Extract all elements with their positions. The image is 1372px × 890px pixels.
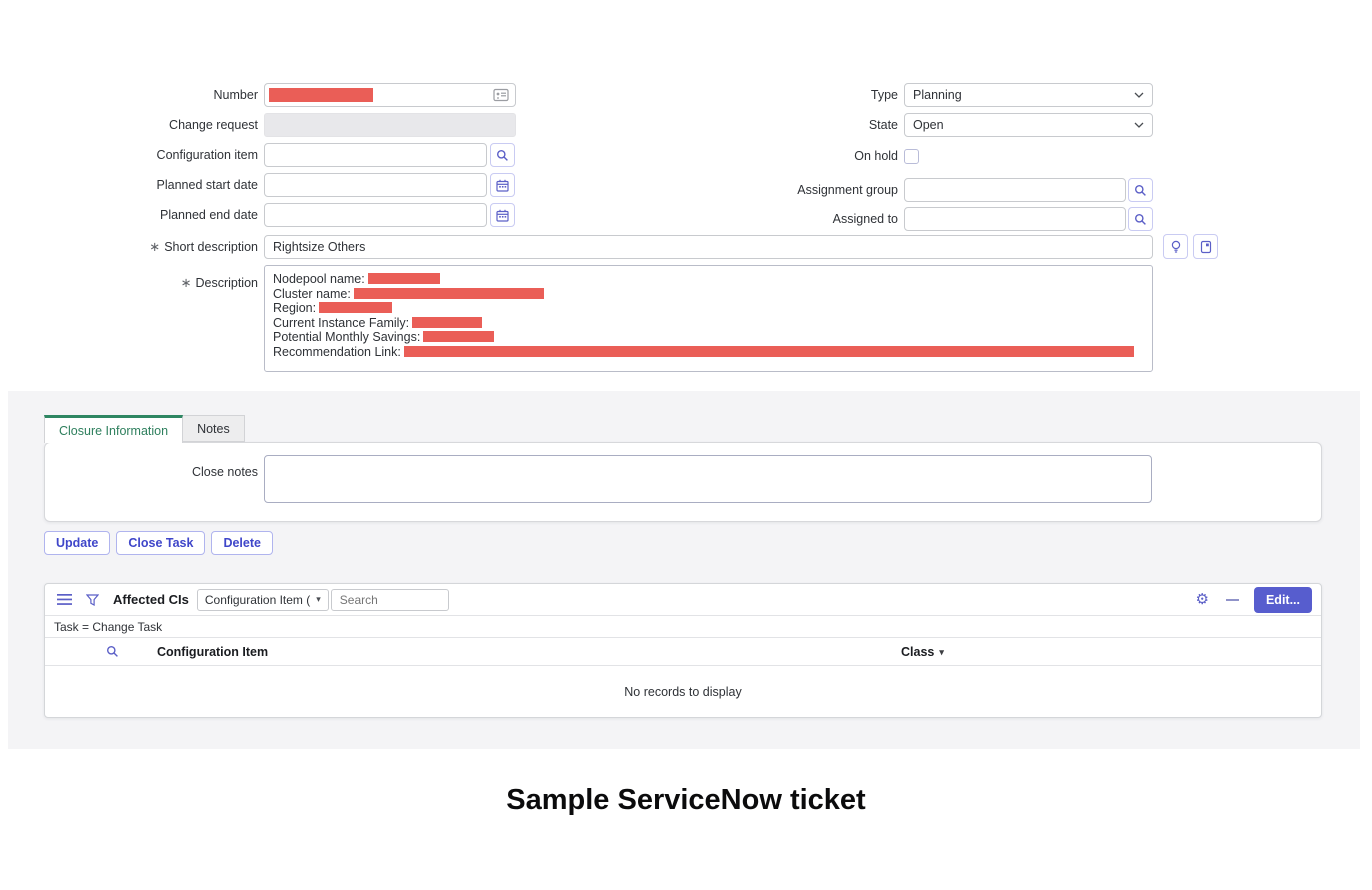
column-search-icon[interactable]	[106, 645, 119, 658]
close-notes-label: Close notes	[28, 460, 258, 484]
caret-down-icon: ▾	[939, 638, 944, 666]
configuration-item-input[interactable]	[264, 143, 487, 167]
type-select[interactable]: Planning	[904, 83, 1153, 107]
number-redaction	[269, 88, 373, 102]
preview-record-icon[interactable]	[493, 88, 509, 102]
planned-start-date-label: Planned start date	[28, 173, 258, 197]
description-textarea[interactable]: Nodepool name: Cluster name: Region: Cur…	[264, 265, 1153, 372]
affected-cis-toolbar: Affected CIs Configuration Item ( ▾ ⚙ Ed…	[45, 584, 1321, 615]
description-line: Potential Monthly Savings:	[273, 330, 1144, 345]
state-label: State	[668, 113, 898, 137]
edit-button[interactable]: Edit...	[1254, 587, 1312, 613]
gear-icon[interactable]: ⚙	[1196, 592, 1209, 607]
redaction-bar	[354, 288, 544, 299]
description-label: ∗Description	[28, 271, 258, 295]
empty-state-message: No records to display	[45, 666, 1321, 718]
type-label: Type	[668, 83, 898, 107]
column-configuration-item[interactable]: Configuration Item	[157, 638, 268, 666]
column-class[interactable]: Class ▾	[901, 638, 944, 666]
servicenow-ticket-screenshot: Number Change request Configuration item…	[0, 0, 1372, 890]
clipboard-icon	[1200, 240, 1212, 254]
description-line: Cluster name:	[273, 287, 1144, 302]
affected-cis-title: Affected CIs	[113, 592, 189, 607]
description-line: Region:	[273, 301, 1144, 316]
number-field[interactable]	[264, 83, 516, 107]
knowledge-button[interactable]	[1193, 234, 1218, 259]
assignment-group-lookup-button[interactable]	[1128, 178, 1153, 202]
chevron-down-icon	[1134, 122, 1144, 128]
suggestion-button[interactable]	[1163, 234, 1188, 259]
configuration-item-label: Configuration item	[28, 143, 258, 167]
close-task-button[interactable]: Close Task	[116, 531, 205, 555]
list-filter-breadcrumb[interactable]: Task = Change Task	[45, 615, 1321, 638]
assigned-to-input[interactable]	[904, 207, 1126, 231]
planned-start-date-picker-button[interactable]	[490, 173, 515, 197]
calendar-icon	[496, 209, 509, 222]
assigned-to-label: Assigned to	[668, 207, 898, 231]
search-icon	[1134, 213, 1147, 226]
assignment-group-input[interactable]	[904, 178, 1126, 202]
collapse-icon[interactable]	[1226, 599, 1239, 601]
list-header-row: Configuration Item Class ▾	[45, 638, 1321, 666]
planned-end-date-label: Planned end date	[28, 203, 258, 227]
affected-cis-list: Affected CIs Configuration Item ( ▾ ⚙ Ed…	[44, 583, 1322, 718]
redaction-bar	[368, 273, 440, 284]
configuration-item-lookup-button[interactable]	[490, 143, 515, 167]
redaction-bar	[423, 331, 494, 342]
filter-icon[interactable]	[86, 594, 99, 606]
chevron-down-icon	[1134, 92, 1144, 98]
short-description-input[interactable]	[264, 235, 1153, 259]
on-hold-label: On hold	[668, 144, 898, 168]
required-marker: ∗	[149, 239, 160, 254]
form-action-buttons: Update Close Task Delete	[44, 531, 273, 555]
description-line: Recommendation Link:	[273, 345, 1144, 360]
affected-cis-search-input[interactable]	[331, 589, 449, 611]
description-line: Current Instance Family:	[273, 316, 1144, 331]
tab-closure-information[interactable]: Closure Information	[44, 415, 183, 443]
delete-button[interactable]: Delete	[211, 531, 273, 555]
assignment-group-label: Assignment group	[668, 178, 898, 202]
assigned-to-lookup-button[interactable]	[1128, 207, 1153, 231]
lightbulb-icon	[1170, 240, 1182, 254]
search-icon	[496, 149, 509, 162]
redaction-bar	[404, 346, 1134, 357]
number-label: Number	[28, 83, 258, 107]
search-field-selector[interactable]: Configuration Item ( ▾	[197, 589, 329, 611]
planned-start-date-input[interactable]	[264, 173, 487, 197]
redaction-bar	[319, 302, 392, 313]
on-hold-checkbox[interactable]	[904, 149, 919, 164]
short-description-label: ∗Short description	[28, 235, 258, 259]
change-request-field	[264, 113, 516, 137]
image-caption: Sample ServiceNow ticket	[0, 784, 1372, 817]
calendar-icon	[496, 179, 509, 192]
state-select[interactable]: Open	[904, 113, 1153, 137]
redaction-bar	[412, 317, 482, 328]
search-icon	[1134, 184, 1147, 197]
planned-end-date-input[interactable]	[264, 203, 487, 227]
section-tabs: Closure Information Notes	[44, 415, 245, 443]
planned-end-date-picker-button[interactable]	[490, 203, 515, 227]
list-menu-icon[interactable]	[57, 594, 72, 605]
caret-down-icon: ▾	[316, 594, 321, 605]
description-line: Nodepool name:	[273, 272, 1144, 287]
update-button[interactable]: Update	[44, 531, 110, 555]
required-marker: ∗	[181, 275, 192, 290]
tab-notes[interactable]: Notes	[183, 415, 245, 442]
close-notes-textarea[interactable]	[264, 455, 1152, 503]
change-request-label: Change request	[28, 113, 258, 137]
